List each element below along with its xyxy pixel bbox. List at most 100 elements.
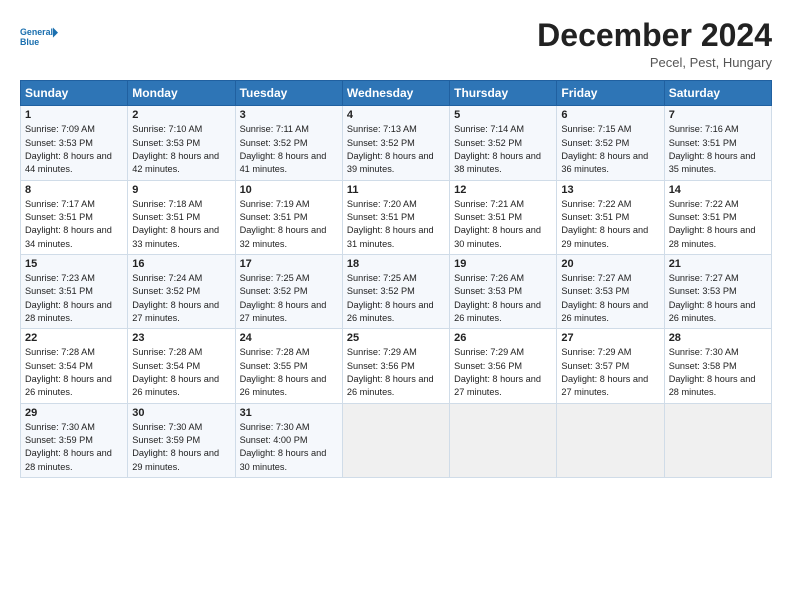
table-row: 3Sunrise: 7:11 AMSunset: 3:52 PMDaylight… [235,106,342,180]
day-info: Sunrise: 7:17 AMSunset: 3:51 PMDaylight:… [25,198,123,251]
day-number: 5 [454,109,552,121]
table-row: 17Sunrise: 7:25 AMSunset: 3:52 PMDayligh… [235,254,342,328]
table-row: 11 Sunrise: 7:20 AMSunset: 3:51 PMDayligh… [342,180,449,254]
logo: General Blue [20,18,58,56]
table-row: 18 Sunrise: 7:25 AMSunset: 3:52 PMDayligh… [342,254,449,328]
svg-text:General: General [20,27,53,37]
day-info: Sunrise: 7:26 AMSunset: 3:53 PMDaylight:… [454,272,552,325]
day-number: 20 [561,258,659,270]
day-info: Sunrise: 7:29 AMSunset: 3:56 PMDaylight:… [454,346,552,399]
day-info: Sunrise: 7:30 AMSunset: 3:58 PMDaylight:… [669,346,767,399]
calendar-table: Sunday Monday Tuesday Wednesday Thursday… [20,80,772,478]
day-info: Sunrise: 7:19 AMSunset: 3:51 PMDaylight:… [240,198,338,251]
day-info: Sunrise: 7:09 AMSunset: 3:53 PMDaylight:… [25,123,123,176]
day-number: 28 [669,332,767,344]
table-row: 15 Sunrise: 7:23 AMSunset: 3:51 PMDayligh… [21,254,128,328]
day-info: Sunrise: 7:28 AMSunset: 3:55 PMDaylight:… [240,346,338,399]
day-info: Sunrise: 7:11 AMSunset: 3:52 PMDaylight:… [240,123,338,176]
table-row: 26 Sunrise: 7:29 AMSunset: 3:56 PMDayligh… [450,329,557,403]
day-info: Sunrise: 7:24 AMSunset: 3:52 PMDaylight:… [132,272,230,325]
col-monday: Monday [128,81,235,106]
day-info: Sunrise: 7:29 AMSunset: 3:57 PMDaylight:… [561,346,659,399]
table-row: 10 Sunrise: 7:19 AMSunset: 3:51 PMDayligh… [235,180,342,254]
table-row: 5 Sunrise: 7:14 AMSunset: 3:52 PMDaylight… [450,106,557,180]
table-row [557,403,664,477]
table-row: 2 Sunrise: 7:10 AMSunset: 3:53 PMDaylight… [128,106,235,180]
day-number: 1 [25,109,123,121]
col-sunday: Sunday [21,81,128,106]
table-row: 27 Sunrise: 7:29 AMSunset: 3:57 PMDayligh… [557,329,664,403]
day-number: 18 [347,258,445,270]
svg-text:Blue: Blue [20,37,39,47]
day-info: Sunrise: 7:21 AMSunset: 3:51 PMDaylight:… [454,198,552,251]
day-number: 16 [132,258,230,270]
day-number: 15 [25,258,123,270]
logo-svg: General Blue [20,18,58,56]
day-info: Sunrise: 7:25 AMSunset: 3:52 PMDaylight:… [347,272,445,325]
table-row: 29 Sunrise: 7:30 AMSunset: 3:59 PMDayligh… [21,403,128,477]
col-friday: Friday [557,81,664,106]
table-row: 31Sunrise: 7:30 AMSunset: 4:00 PMDayligh… [235,403,342,477]
day-number: 30 [132,407,230,419]
day-info: Sunrise: 7:22 AMSunset: 3:51 PMDaylight:… [561,198,659,251]
day-number: 11 [347,184,445,196]
day-number: 27 [561,332,659,344]
col-wednesday: Wednesday [342,81,449,106]
day-info: Sunrise: 7:10 AMSunset: 3:53 PMDaylight:… [132,123,230,176]
table-row: 28 Sunrise: 7:30 AMSunset: 3:58 PMDayligh… [664,329,771,403]
day-info: Sunrise: 7:22 AMSunset: 3:51 PMDaylight:… [669,198,767,251]
day-info: Sunrise: 7:20 AMSunset: 3:51 PMDaylight:… [347,198,445,251]
day-number: 7 [669,109,767,121]
table-row: 22 Sunrise: 7:28 AMSunset: 3:54 PMDayligh… [21,329,128,403]
day-info: Sunrise: 7:30 AMSunset: 3:59 PMDaylight:… [132,421,230,474]
table-row: 13 Sunrise: 7:22 AMSunset: 3:51 PMDayligh… [557,180,664,254]
day-number: 29 [25,407,123,419]
day-info: Sunrise: 7:16 AMSunset: 3:51 PMDaylight:… [669,123,767,176]
table-row: 7 Sunrise: 7:16 AMSunset: 3:51 PMDaylight… [664,106,771,180]
table-row: 12Sunrise: 7:21 AMSunset: 3:51 PMDayligh… [450,180,557,254]
col-thursday: Thursday [450,81,557,106]
day-info: Sunrise: 7:14 AMSunset: 3:52 PMDaylight:… [454,123,552,176]
day-info: Sunrise: 7:23 AMSunset: 3:51 PMDaylight:… [25,272,123,325]
day-info: Sunrise: 7:28 AMSunset: 3:54 PMDaylight:… [25,346,123,399]
day-number: 23 [132,332,230,344]
table-row [664,403,771,477]
day-info: Sunrise: 7:27 AMSunset: 3:53 PMDaylight:… [669,272,767,325]
day-number: 24 [240,332,338,344]
day-number: 17 [240,258,338,270]
day-number: 22 [25,332,123,344]
table-row: 1 Sunrise: 7:09 AMSunset: 3:53 PMDaylight… [21,106,128,180]
subtitle: Pecel, Pest, Hungary [537,55,772,70]
day-number: 21 [669,258,767,270]
day-number: 9 [132,184,230,196]
day-number: 10 [240,184,338,196]
table-row: 30 Sunrise: 7:30 AMSunset: 3:59 PMDayligh… [128,403,235,477]
table-row: 21 Sunrise: 7:27 AMSunset: 3:53 PMDayligh… [664,254,771,328]
day-number: 13 [561,184,659,196]
month-title: December 2024 [537,18,772,53]
col-saturday: Saturday [664,81,771,106]
day-info: Sunrise: 7:15 AMSunset: 3:52 PMDaylight:… [561,123,659,176]
header: General Blue December 2024 Pecel, Pest, … [20,18,772,70]
day-info: Sunrise: 7:28 AMSunset: 3:54 PMDaylight:… [132,346,230,399]
day-info: Sunrise: 7:13 AMSunset: 3:52 PMDaylight:… [347,123,445,176]
day-number: 2 [132,109,230,121]
day-info: Sunrise: 7:30 AMSunset: 4:00 PMDaylight:… [240,421,338,474]
day-info: Sunrise: 7:18 AMSunset: 3:51 PMDaylight:… [132,198,230,251]
table-row: 24 Sunrise: 7:28 AMSunset: 3:55 PMDayligh… [235,329,342,403]
table-row: 16 Sunrise: 7:24 AMSunset: 3:52 PMDayligh… [128,254,235,328]
table-row [450,403,557,477]
table-row: 20 Sunrise: 7:27 AMSunset: 3:53 PMDayligh… [557,254,664,328]
day-number: 4 [347,109,445,121]
day-number: 8 [25,184,123,196]
day-info: Sunrise: 7:27 AMSunset: 3:53 PMDaylight:… [561,272,659,325]
table-row: 9 Sunrise: 7:18 AMSunset: 3:51 PMDaylight… [128,180,235,254]
table-row [342,403,449,477]
day-number: 14 [669,184,767,196]
day-info: Sunrise: 7:30 AMSunset: 3:59 PMDaylight:… [25,421,123,474]
table-row: 6Sunrise: 7:15 AMSunset: 3:52 PMDaylight… [557,106,664,180]
day-number: 25 [347,332,445,344]
title-block: December 2024 Pecel, Pest, Hungary [537,18,772,70]
table-row: 25Sunrise: 7:29 AMSunset: 3:56 PMDayligh… [342,329,449,403]
day-number: 26 [454,332,552,344]
